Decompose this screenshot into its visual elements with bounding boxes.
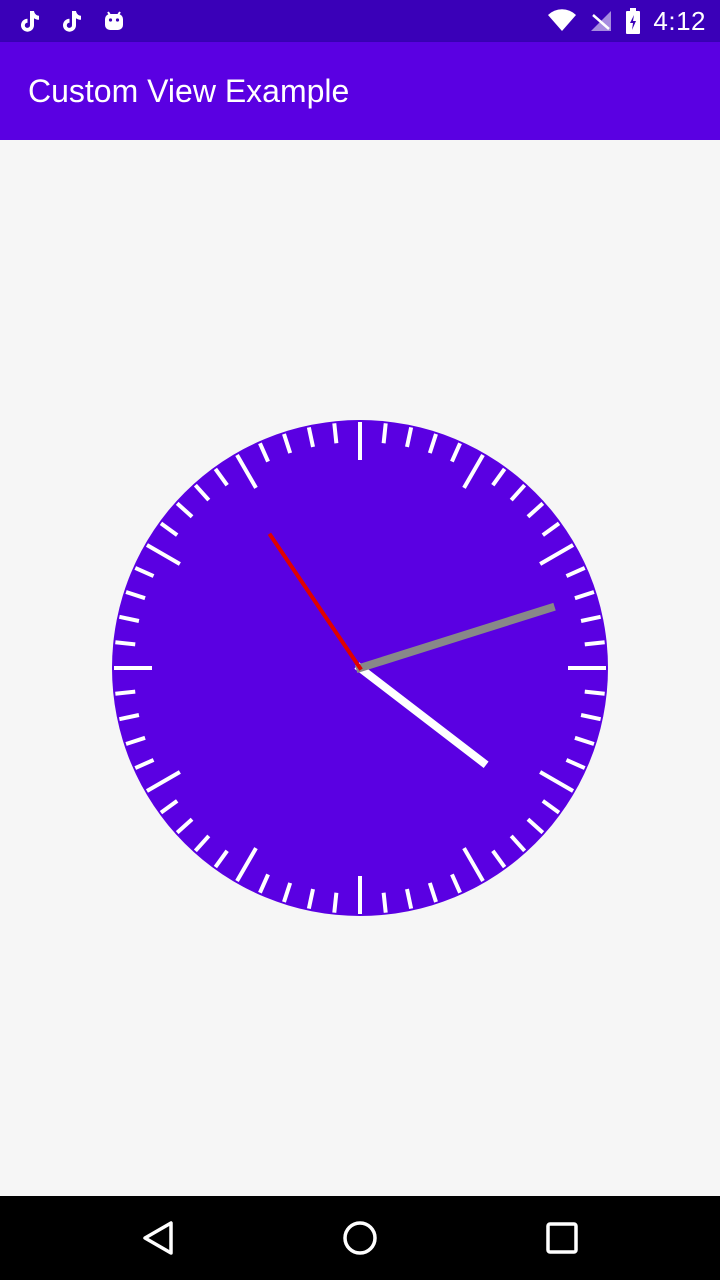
wifi-icon (547, 9, 577, 33)
back-button[interactable] (108, 1196, 208, 1280)
tiktok-icon (18, 9, 40, 33)
notification-icons (18, 0, 126, 42)
content-area (0, 140, 720, 1196)
status-time: 4:12 (653, 5, 706, 36)
minute-tick (115, 640, 136, 647)
back-icon (141, 1220, 175, 1256)
signal-icon (589, 9, 613, 33)
minute-tick (332, 423, 339, 444)
minute-tick (381, 423, 388, 444)
home-button[interactable] (310, 1196, 410, 1280)
status-bar: 4:12 (0, 0, 720, 42)
minute-tick (115, 689, 136, 696)
navigation-bar (0, 1196, 720, 1280)
app-title: Custom View Example (28, 73, 350, 109)
recents-button[interactable] (512, 1196, 612, 1280)
minute-tick (584, 640, 605, 647)
home-icon (341, 1219, 379, 1257)
minute-tick (332, 892, 339, 913)
android-icon (102, 9, 126, 33)
minute-tick (381, 892, 388, 913)
tiktok-icon (60, 9, 82, 33)
app-bar: Custom View Example (0, 42, 720, 140)
minute-tick (584, 689, 605, 696)
clock-view (112, 420, 608, 916)
system-status: 4:12 (547, 0, 706, 42)
recents-icon (545, 1221, 579, 1255)
battery-icon (625, 7, 641, 35)
